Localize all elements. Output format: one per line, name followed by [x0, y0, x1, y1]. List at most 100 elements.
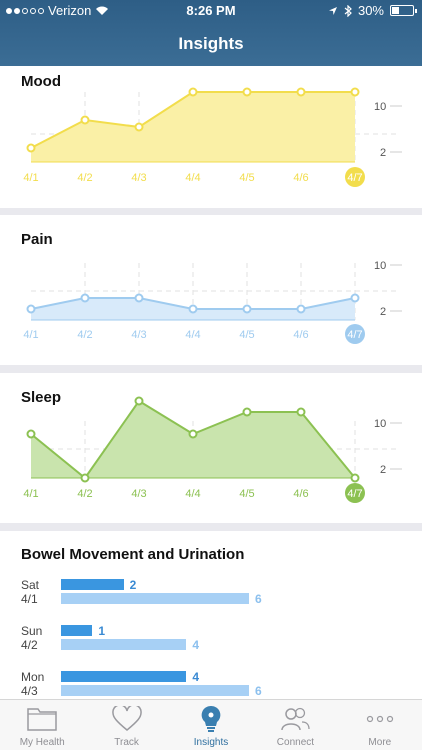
sleep-xtick-label: 4/2 — [77, 488, 92, 500]
pain-xtick-label: 4/5 — [239, 329, 254, 341]
mood-area — [31, 92, 355, 162]
pain-point — [134, 293, 144, 303]
pain-point — [26, 304, 36, 314]
bluetooth-icon — [344, 4, 352, 17]
bowel-movement-value: 1 — [98, 624, 106, 638]
battery-percent: 30% — [357, 3, 384, 18]
pain-chart[interactable]: 10 2 4/1 4/2 4/3 4/4 4/5 4/6 4/7 — [0, 215, 422, 365]
urination-bar — [61, 593, 249, 604]
mood-chart[interactable]: 10 2 4/1 4/2 4/3 4/4 4/5 4/6 4/7 — [0, 66, 422, 208]
tab-label: Track — [114, 737, 139, 748]
bowel-movement-value: 2 — [129, 578, 137, 592]
mood-point — [242, 87, 252, 97]
bowel-movement-bar — [61, 671, 187, 682]
urination-value: 6 — [255, 684, 262, 698]
sleep-xtick-label: 4/7 — [347, 488, 362, 500]
mood-xtick-label: 4/3 — [131, 172, 146, 184]
sleep-point — [350, 473, 360, 483]
pain-xtick-label: 4/1 — [23, 329, 38, 341]
day-name: Mon — [21, 670, 45, 684]
day-date: 4/2 — [21, 638, 38, 652]
urination-bar — [61, 685, 249, 696]
sleep-ytick-label: 10 — [374, 418, 386, 430]
sleep-point — [134, 396, 144, 406]
tab-label: More — [368, 737, 392, 748]
tab-connect[interactable]: Connect — [253, 700, 337, 750]
mood-xtick-label: 4/5 — [239, 172, 254, 184]
sleep-point — [26, 429, 36, 439]
mood-ytick-label: 2 — [380, 147, 386, 159]
pain-point — [296, 304, 306, 314]
pain-xtick-label: 4/4 — [185, 329, 200, 341]
heart-icon — [111, 706, 142, 731]
mood-point — [350, 87, 360, 97]
pain-xtick-label: 4/3 — [131, 329, 146, 341]
bowel-movement-value: 4 — [192, 670, 200, 684]
pain-card[interactable]: Pain 10 2 4/1 4/2 4/3 4/4 4/5 4/6 4/7 — [0, 215, 422, 365]
pain-point — [188, 304, 198, 314]
tab-label: My Health — [19, 737, 65, 748]
bowel-row[interactable]: Sun 4/2 1 4 — [0, 624, 422, 664]
tab-more[interactable]: More — [338, 700, 422, 750]
mood-xtick-label: 4/7 — [347, 172, 362, 184]
bowel-row-day: Sat 4/1 — [21, 578, 39, 606]
urination-bar — [61, 639, 187, 650]
urination-value: 4 — [192, 638, 200, 652]
tab-track[interactable]: Track — [84, 700, 168, 750]
pain-xtick-label: 4/7 — [347, 329, 362, 341]
bowel-row[interactable]: Sat 4/1 2 6 — [0, 578, 422, 618]
mood-xtick-label: 4/6 — [293, 172, 308, 184]
bowel-movement-bar — [61, 625, 93, 636]
mood-xtick-label: 4/4 — [185, 172, 200, 184]
tab-label: Connect — [276, 737, 315, 748]
mood-xtick-label: 4/2 — [77, 172, 92, 184]
sleep-point — [242, 407, 252, 417]
sleep-point — [80, 473, 90, 483]
pain-xtick-label: 4/2 — [77, 329, 92, 341]
sleep-xtick-label: 4/6 — [293, 488, 308, 500]
mood-point — [80, 115, 90, 125]
tab-insights[interactable]: Insights — [169, 700, 253, 750]
mood-point — [188, 87, 198, 97]
sleep-point — [188, 429, 198, 439]
mood-point — [296, 87, 306, 97]
pain-point — [350, 293, 360, 303]
pain-ytick-label: 10 — [374, 260, 386, 272]
location-arrow-icon — [328, 6, 337, 15]
bowel-row-day: Sun 4/2 — [21, 624, 42, 652]
pain-point — [242, 304, 252, 314]
sleep-xtick-label: 4/4 — [185, 488, 200, 500]
mood-xtick-label: 4/1 — [23, 172, 38, 184]
sleep-card[interactable]: Sleep 10 2 4/1 4/2 4/3 4/4 4/5 4/6 4/7 — [0, 373, 422, 523]
bowel-row[interactable]: Mon 4/3 4 6 — [0, 670, 422, 699]
pain-xtick-label: 4/6 — [293, 329, 308, 341]
day-date: 4/1 — [21, 592, 38, 606]
sleep-xtick-label: 4/3 — [131, 488, 146, 500]
more-icon — [366, 715, 393, 723]
pain-ytick-label: 2 — [380, 306, 386, 318]
day-date: 4/3 — [21, 684, 38, 698]
sleep-xtick-label: 4/5 — [239, 488, 254, 500]
mood-ytick-label: 10 — [374, 101, 386, 113]
day-name: Sun — [21, 624, 43, 638]
sleep-area — [31, 401, 355, 478]
day-name: Sat — [21, 578, 40, 592]
bowel-row-day: Mon 4/3 — [21, 670, 44, 698]
status-bar: Verizon 8:26 PM 30% — [0, 3, 422, 21]
sleep-ytick-label: 2 — [380, 464, 386, 476]
tab-bar: My Health Track Insights Connect More — [0, 699, 422, 750]
app-header: Verizon 8:26 PM 30% Insights — [0, 0, 422, 66]
mood-card[interactable]: Mood 10 2 4/1 4/2 4/3 4/4 4/5 4/6 4/7 — [0, 66, 422, 208]
lightbulb-icon — [201, 705, 221, 732]
battery-icon — [390, 5, 417, 16]
sleep-xtick-label: 4/1 — [23, 488, 38, 500]
urination-value: 6 — [255, 592, 262, 606]
mood-point — [26, 143, 36, 153]
bowel-movement-bar — [61, 579, 124, 590]
sleep-point — [296, 407, 306, 417]
tab-my-health[interactable]: My Health — [0, 700, 84, 750]
sleep-chart[interactable]: 10 2 4/1 4/2 4/3 4/4 4/5 4/6 4/7 — [0, 373, 422, 523]
bowel-card[interactable]: Bowel Movement and Urination Sat 4/1 2 6 Sun… — [0, 531, 422, 699]
folder-icon — [27, 708, 57, 731]
pain-point — [80, 293, 90, 303]
